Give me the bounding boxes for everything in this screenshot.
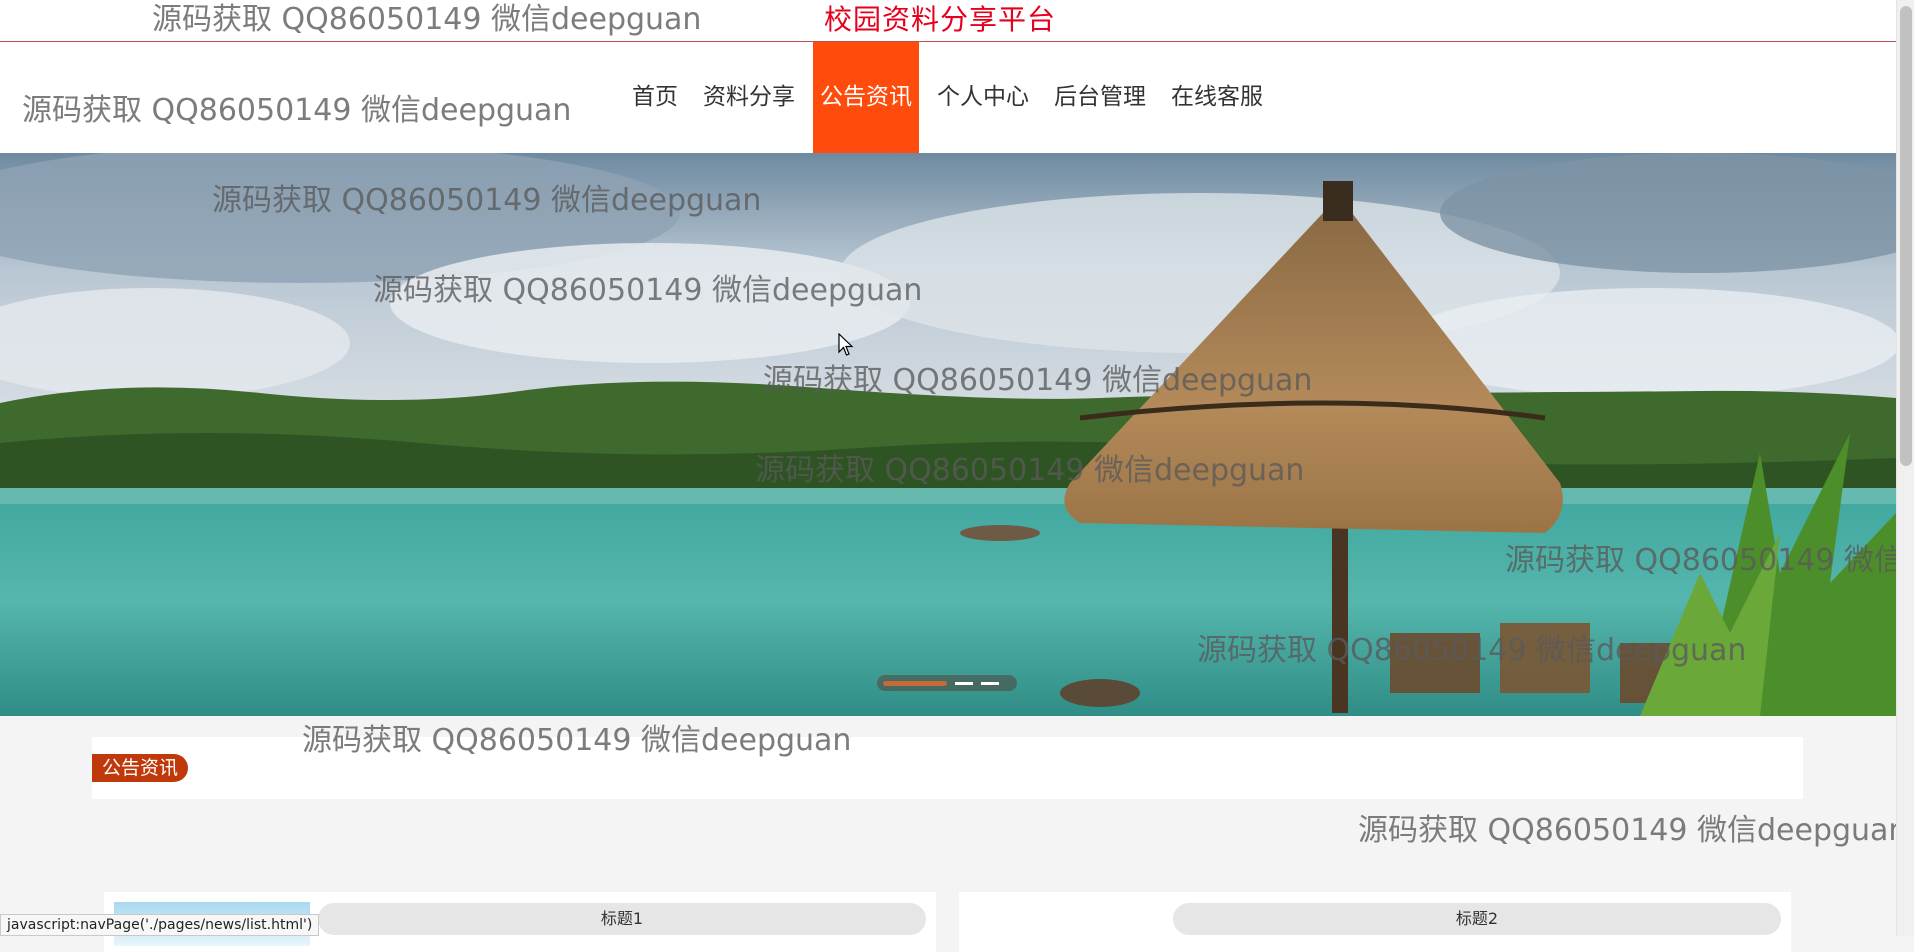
watermark-text: 源码获取 QQ86050149 微信deepguan [1358,813,1908,848]
nav-item-support[interactable]: 在线客服 [1164,42,1270,153]
nav-item-announcements[interactable]: 公告资讯 [813,42,919,153]
nav-item-home[interactable]: 首页 [625,42,685,153]
arrow-cursor-icon [838,333,854,356]
news-card-thumbnail [969,902,1165,946]
section-badge[interactable]: 公告资讯 [92,754,189,782]
header: 首页 资料分享 公告资讯 个人中心 后台管理 在线客服 [0,42,1896,153]
page-scrollbar[interactable] [1896,0,1914,936]
nav-item-profile[interactable]: 个人中心 [930,42,1036,153]
news-section-header: 公告资讯 [92,737,1803,799]
banner-image [0,153,1896,716]
browser-status-bar: javascript:navPage('./pages/news/list.ht… [0,914,320,936]
nav-item-resources[interactable]: 资料分享 [696,42,802,153]
carousel-dot-3[interactable] [981,681,999,685]
carousel-dot-1[interactable] [883,680,947,686]
banner-carousel[interactable] [0,153,1896,716]
main-nav: 首页 资料分享 公告资讯 个人中心 后台管理 在线客服 [625,42,1281,153]
scrollbar-thumb[interactable] [1900,6,1912,466]
carousel-indicators [877,675,1017,691]
news-card-title[interactable]: 标题1 [318,903,926,935]
nav-item-admin[interactable]: 后台管理 [1047,42,1153,153]
site-title: 校园资料分享平台 [824,3,1057,36]
news-card[interactable]: 标题2 [959,892,1791,952]
carousel-dot-2[interactable] [955,681,973,685]
news-card-title[interactable]: 标题2 [1173,903,1781,935]
top-title-bar: 校园资料分享平台 [0,0,1896,42]
